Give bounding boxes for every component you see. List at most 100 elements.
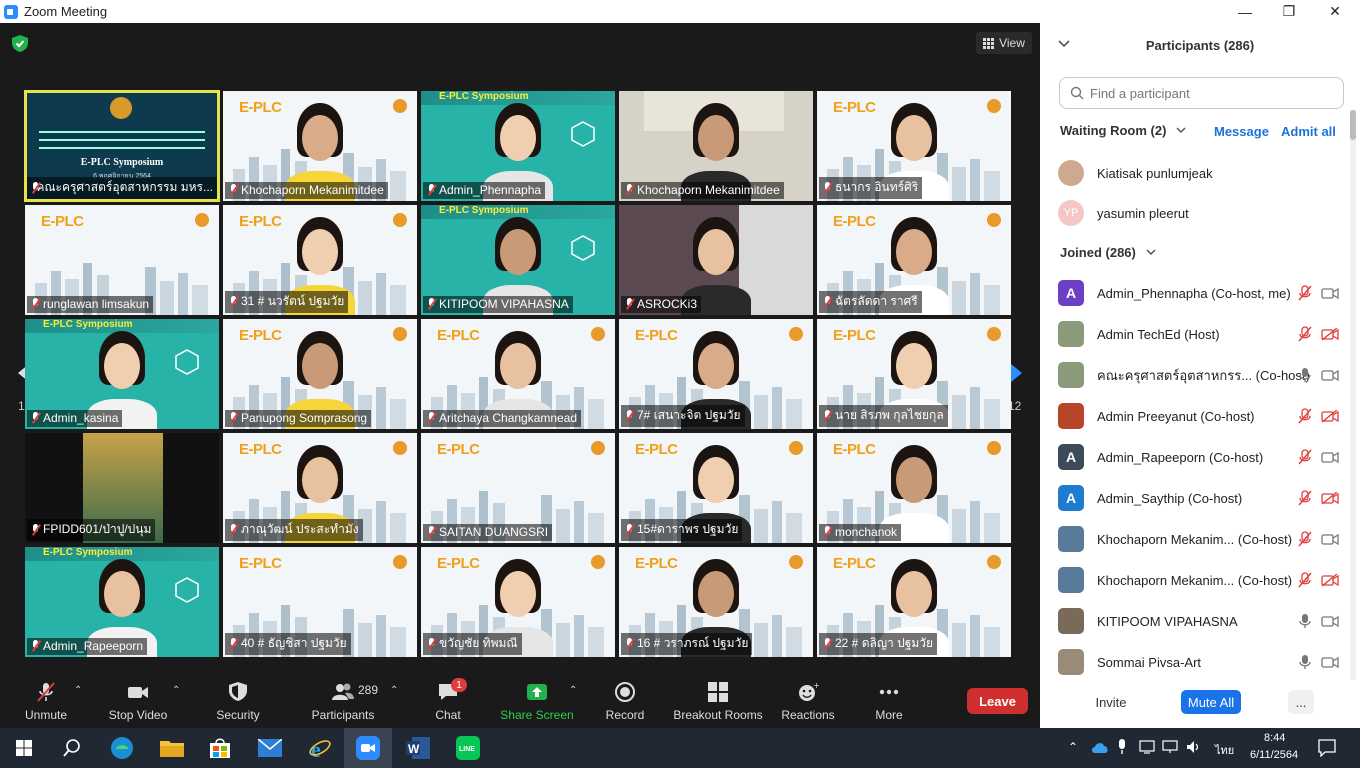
video-tile[interactable]: E-PLC นาย สิรภพ กุลไชยกุล [817,319,1011,429]
joined-participant-row[interactable]: KITIPOOM VIPAHASNA [1040,601,1360,641]
stop-video-button[interactable]: Stop Video [104,675,172,728]
ie-app[interactable]: e [296,728,344,768]
video-tile[interactable]: ASROCKi3 [619,205,813,315]
zoom-app[interactable] [344,728,392,768]
video-tile[interactable]: E-PLC 15#ดาราพร ปฐมวัย [619,433,813,543]
view-button[interactable]: View [976,32,1032,54]
video-tile[interactable]: E-PLC Symposium Admin_Phennapha [421,91,615,201]
video-icon[interactable] [1321,656,1339,669]
more-button[interactable]: More [866,675,912,728]
joined-participant-row[interactable]: A Admin_Rapeeporn (Co-host) [1040,437,1360,477]
video-off-icon[interactable] [1321,327,1339,341]
video-tile[interactable]: E-PLC 7# เสนาะจิต ปฐมวัย [619,319,813,429]
video-tile[interactable]: E-PLC ขวัญชัย ทิพมณี [421,547,615,657]
taskbar-search-button[interactable] [48,728,96,768]
video-tile[interactable]: E-PLC 31 # นวรัตน์ ปฐมวัย [223,205,417,315]
share-screen-button[interactable]: Share Screen [498,675,576,728]
clock-date[interactable]: 6/11/2564 [1250,749,1298,761]
input-language[interactable]: ไทย [1215,741,1234,759]
joined-header[interactable]: Joined (286) [1060,245,1156,260]
tray-expand-icon[interactable]: ⌃ [1068,740,1078,754]
video-tile[interactable]: E-PLC 40 # ธัญชิสา ปฐมวัย [223,547,417,657]
joined-participant-row[interactable]: Admin TechEd (Host) [1040,314,1360,354]
minimize-button[interactable]: — [1222,0,1268,23]
security-button[interactable]: Security [210,675,266,728]
video-icon[interactable] [1321,533,1339,546]
volume-icon[interactable] [1186,740,1202,754]
video-tile[interactable]: E-PLC Aritchaya Changkamnead [421,319,615,429]
panel-scrollbar[interactable] [1350,110,1356,680]
breakout-rooms-button[interactable]: Breakout Rooms [670,675,766,728]
mail-app[interactable] [246,728,294,768]
share-options-caret-icon[interactable]: ⌃ [569,685,577,696]
video-tile[interactable]: E-PLC monchanok [817,433,1011,543]
word-app[interactable]: W [394,728,442,768]
message-link[interactable]: Message [1214,124,1269,139]
mic-icon[interactable] [1298,613,1312,629]
video-off-icon[interactable] [1321,409,1339,423]
mic-icon[interactable] [1298,367,1312,383]
file-explorer-app[interactable] [148,728,196,768]
video-tile[interactable]: Khochaporn Mekanimitdee [619,91,813,201]
microphone-tray-icon[interactable] [1116,739,1128,755]
maximize-button[interactable]: ❐ [1266,0,1312,23]
video-icon[interactable] [1321,287,1339,300]
muted-mic-icon[interactable] [1298,531,1312,547]
waiting-participant-row[interactable]: Kiatisak punlumjeak [1040,153,1360,193]
video-tile[interactable]: E-PLC ฉัตรลัดดา ราศรี [817,205,1011,315]
reactions-button[interactable]: + Reactions [778,675,838,728]
close-button[interactable]: ✕ [1312,0,1358,23]
mute-all-button[interactable]: Mute All [1181,690,1241,714]
video-tile[interactable]: E-PLC ธนากร อินทร์ศิริ [817,91,1011,201]
video-tile[interactable]: E-PLC Khochaporn Mekanimitdee [223,91,417,201]
search-participant-input[interactable]: Find a participant [1059,77,1344,109]
video-tile[interactable]: E-PLC Symposium Admin_kasina [25,319,219,429]
video-tile[interactable]: E-PLC Panupong Somprasong [223,319,417,429]
waiting-room-header[interactable]: Waiting Room (2) [1060,123,1186,138]
muted-mic-icon[interactable] [1298,449,1312,465]
admit-all-link[interactable]: Admit all [1281,124,1336,139]
joined-participant-row[interactable]: Admin Preeyanut (Co-host) [1040,396,1360,436]
start-button[interactable] [0,728,48,768]
video-icon[interactable] [1321,615,1339,628]
muted-mic-icon[interactable] [1298,326,1312,342]
mic-icon[interactable] [1298,654,1312,670]
encryption-shield-icon[interactable] [12,35,28,52]
invite-button[interactable]: Invite [1086,690,1136,714]
scrollbar-thumb[interactable] [1350,110,1356,140]
video-icon[interactable] [1321,451,1339,464]
video-tile[interactable]: FPIDD601/ป่าปู/ปนุม [25,433,219,543]
video-off-icon[interactable] [1321,491,1339,505]
line-app[interactable]: LINE [444,728,492,768]
notification-icon[interactable] [1318,739,1336,757]
joined-participant-row[interactable]: A Admin_Phennapha (Co-host, me) [1040,273,1360,313]
video-tile[interactable]: E-PLC 16 # วราภรณ์ ปฐมวัย [619,547,813,657]
video-tile[interactable]: E-PLC ภาณุวัฒน์ ประสะทำมัง [223,433,417,543]
muted-mic-icon[interactable] [1298,408,1312,424]
joined-participant-row[interactable]: Sommai Pivsa-Art [1040,642,1360,682]
video-tile[interactable]: E-PLC Symposium Admin_Rapeeporn [25,547,219,657]
muted-mic-icon[interactable] [1298,490,1312,506]
display-icon[interactable] [1162,740,1178,754]
video-tile[interactable]: E-PLC SAITAN DUANGSRI [421,433,615,543]
muted-mic-icon[interactable] [1298,285,1312,301]
edge-app[interactable] [98,728,146,768]
clock-time[interactable]: 8:44 [1264,732,1285,744]
record-button[interactable]: Record [600,675,650,728]
unmute-button[interactable]: Unmute [18,675,74,728]
joined-participant-row[interactable]: Khochaporn Mekanim... (Co-host) [1040,560,1360,600]
network-icon[interactable] [1139,740,1155,754]
panel-more-button[interactable]: ... [1288,690,1314,714]
joined-participant-row[interactable]: คณะครุศาสตร์อุตสาหกรร... (Co-host) [1040,355,1360,395]
video-tile[interactable]: E-PLC Symposium KITIPOOM VIPAHASNA [421,205,615,315]
onedrive-cloud-icon[interactable] [1091,741,1109,753]
joined-participant-row[interactable]: Khochaporn Mekanim... (Co-host) [1040,519,1360,559]
video-tile[interactable]: E-PLC Symposium6 พฤศจิกายน 2564คณะครุศาส… [24,90,220,202]
store-app[interactable] [196,728,244,768]
muted-mic-icon[interactable] [1298,572,1312,588]
waiting-participant-row[interactable]: YP yasumin pleerut [1040,193,1360,233]
video-off-icon[interactable] [1321,573,1339,587]
video-options-caret-icon[interactable]: ⌃ [172,685,180,696]
video-icon[interactable] [1321,369,1339,382]
video-tile[interactable]: E-PLC runglawan limsakun [25,205,219,315]
